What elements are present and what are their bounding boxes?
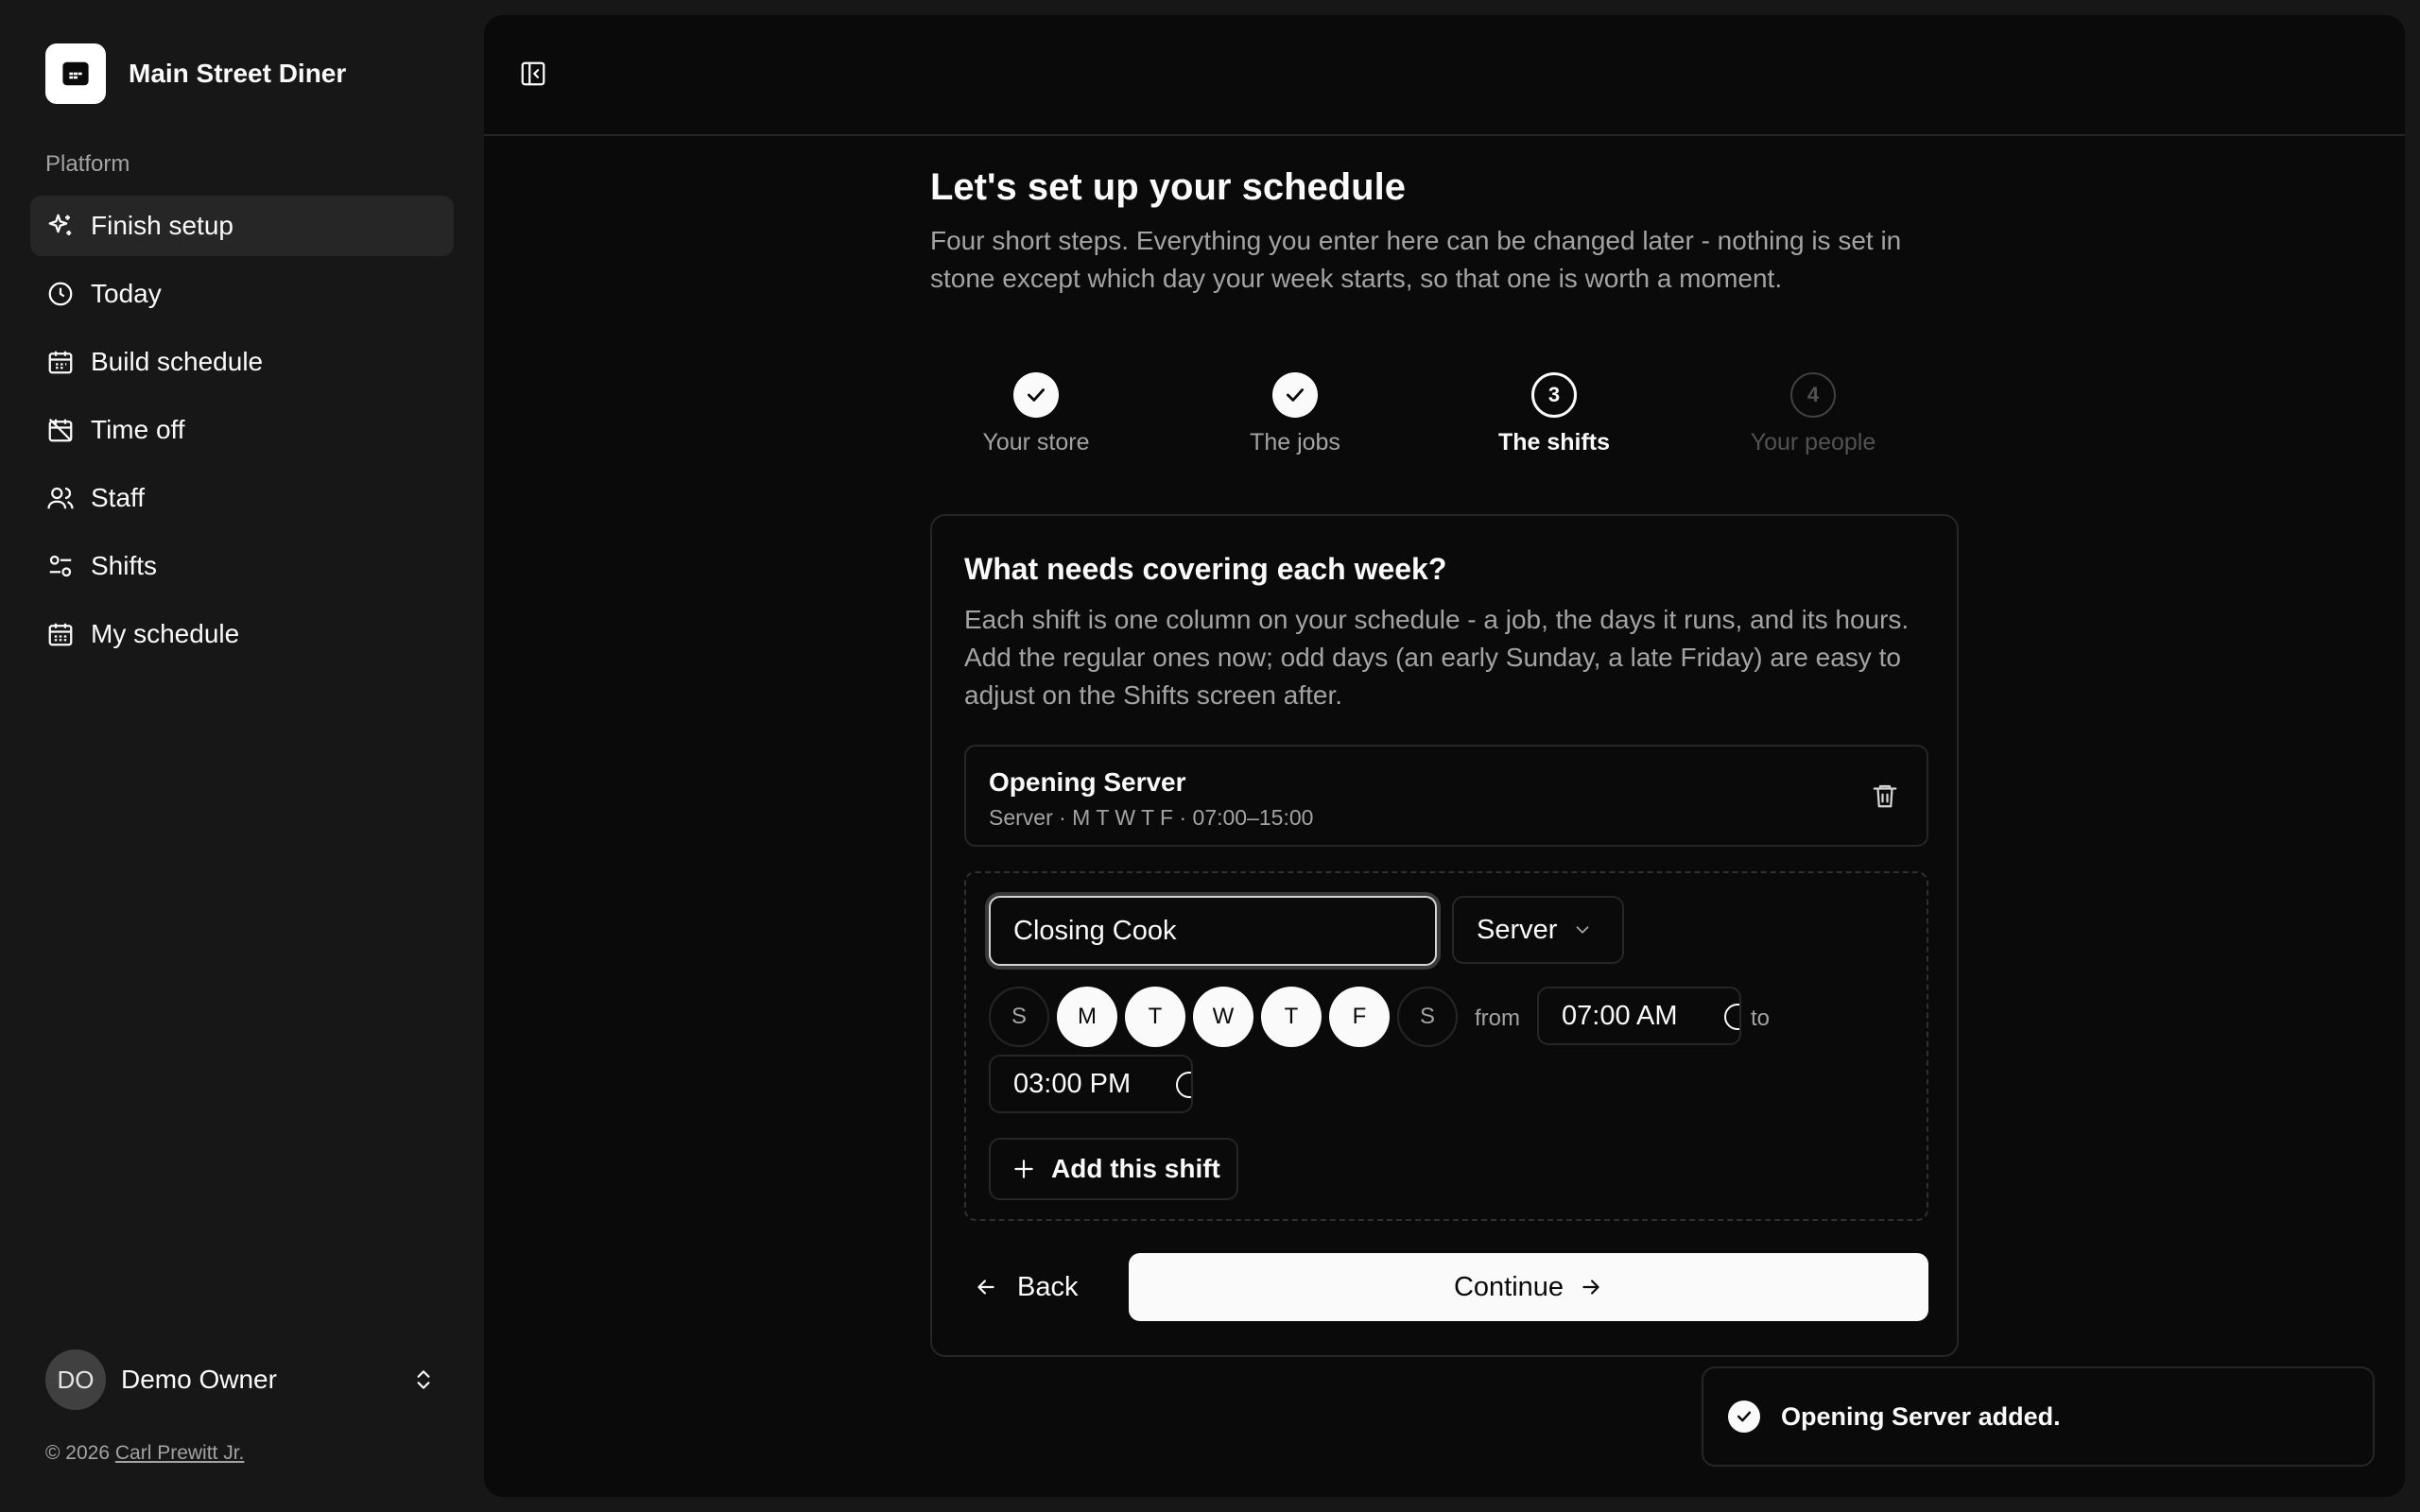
sidebar-item-label: Finish setup	[91, 211, 233, 240]
sidebar-item-label: Staff	[91, 483, 146, 512]
from-label: from	[1475, 1005, 1520, 1031]
avatar: DO	[45, 1349, 106, 1410]
copyright: © 2026 Carl Prewitt Jr.	[45, 1442, 244, 1465]
sparkles-icon	[45, 211, 76, 241]
day-toggle-thursday[interactable]: T	[1261, 987, 1322, 1047]
store-grid-icon	[45, 43, 106, 104]
new-shift-form: Server S M T W T F S from 07:00 AM	[964, 871, 1928, 1221]
step-label: The shifts	[1497, 429, 1611, 455]
plus-icon	[1011, 1157, 1036, 1181]
start-time-value: 07:00 AM	[1562, 1000, 1678, 1031]
brand-name: Main Street Diner	[129, 59, 347, 88]
arrow-right-icon	[1579, 1275, 1603, 1299]
calendar-days-icon	[45, 619, 76, 649]
step-label: The jobs	[1250, 429, 1340, 455]
user-menu[interactable]: DO Demo Owner	[30, 1342, 454, 1418]
shifts-card: What needs covering each week? Each shif…	[930, 514, 1959, 1357]
sidebar-toggle-button[interactable]	[514, 57, 552, 94]
continue-label: Continue	[1453, 1271, 1564, 1302]
end-time-value: 03:00 PM	[1013, 1068, 1132, 1099]
day-toggle-friday[interactable]: F	[1329, 987, 1390, 1047]
arrow-left-icon	[974, 1275, 998, 1299]
step-the-jobs[interactable]: The jobs	[1191, 372, 1399, 456]
sliders-icon	[45, 551, 76, 581]
setup-content: Let's set up your schedule Four short st…	[930, 166, 1959, 1357]
day-toggle-tuesday[interactable]: T	[1125, 987, 1185, 1047]
start-time-input[interactable]: 07:00 AM	[1537, 987, 1741, 1045]
trash-icon	[1871, 782, 1899, 815]
card-description: Each shift is one column on your schedul…	[964, 605, 1910, 710]
sidebar-item-shifts[interactable]: Shifts	[30, 536, 454, 596]
check-icon	[1013, 372, 1059, 418]
add-shift-label: Add this shift	[1051, 1154, 1220, 1183]
toast-message: Opening Server added.	[1781, 1401, 2061, 1431]
shift-item: Opening Server Server · M T W T F · 07:0…	[964, 745, 1928, 847]
card-title: What needs covering each week?	[964, 552, 1447, 586]
sidebar-item-staff[interactable]: Staff	[30, 468, 454, 528]
day-toggle-monday[interactable]: M	[1057, 987, 1117, 1047]
day-picker: S M T W T F S	[989, 987, 1465, 1047]
shift-name: Opening Server	[989, 767, 1186, 797]
sidebar-item-build-schedule[interactable]: Build schedule	[30, 332, 454, 392]
step-your-store[interactable]: Your store	[932, 372, 1140, 456]
add-shift-button[interactable]: Add this shift	[989, 1138, 1238, 1200]
sidebar: Main Street Diner Platform Finish setup …	[0, 0, 484, 1512]
continue-button[interactable]: Continue	[1129, 1253, 1928, 1321]
topbar	[484, 15, 2405, 136]
users-icon	[45, 483, 76, 513]
setup-stepper: Your store The jobs 3 The shifts 4 Your …	[930, 372, 1955, 467]
day-toggle-saturday[interactable]: S	[1397, 987, 1458, 1047]
clock-icon	[1724, 1004, 1739, 1030]
toast-notification: Opening Server added.	[1702, 1366, 2375, 1467]
sidebar-item-today[interactable]: Today	[30, 264, 454, 324]
step-number: 4	[1790, 372, 1836, 418]
brand[interactable]: Main Street Diner	[45, 43, 346, 104]
check-icon	[1272, 372, 1318, 418]
role-select-value: Server	[1477, 914, 1558, 945]
sidebar-nav: Finish setup Today Build schedule Time o…	[30, 196, 454, 672]
back-button[interactable]: Back	[964, 1253, 1115, 1321]
sidebar-item-my-schedule[interactable]: My schedule	[30, 604, 454, 664]
sidebar-item-finish-setup[interactable]: Finish setup	[30, 196, 454, 256]
panel-left-close-icon	[519, 60, 547, 93]
page-title: Let's set up your schedule	[930, 166, 1406, 208]
to-label: to	[1751, 1005, 1771, 1031]
sidebar-item-time-off[interactable]: Time off	[30, 400, 454, 460]
calendar-off-icon	[45, 415, 76, 445]
day-toggle-wednesday[interactable]: W	[1193, 987, 1253, 1047]
clock-icon	[45, 279, 76, 309]
step-number: 3	[1531, 372, 1577, 418]
chevron-down-icon	[1572, 919, 1593, 940]
page-intro: Four short steps. Everything you enter h…	[930, 226, 1902, 293]
step-the-shifts[interactable]: 3 The shifts	[1450, 372, 1658, 456]
day-toggle-sunday[interactable]: S	[989, 987, 1049, 1047]
sidebar-item-label: Build schedule	[91, 347, 264, 376]
shift-meta: Server · M T W T F · 07:00–15:00	[989, 805, 1314, 830]
check-circle-icon	[1728, 1400, 1760, 1433]
back-label: Back	[1017, 1271, 1079, 1302]
step-label: Your people	[1750, 429, 1876, 455]
chevrons-up-down-icon	[408, 1365, 439, 1395]
sidebar-item-label: Shifts	[91, 551, 158, 580]
copyright-prefix: © 2026	[45, 1442, 115, 1464]
sidebar-item-label: My schedule	[91, 619, 240, 648]
user-name: Demo Owner	[121, 1365, 277, 1394]
main-panel: Let's set up your schedule Four short st…	[484, 15, 2405, 1497]
step-label: Your store	[982, 429, 1090, 455]
author-link[interactable]: Carl Prewitt Jr.	[115, 1442, 245, 1464]
nav-group-label: Platform	[45, 151, 130, 177]
sidebar-item-label: Today	[91, 279, 162, 308]
shift-name-input[interactable]	[989, 896, 1437, 966]
sidebar-item-label: Time off	[91, 415, 185, 444]
role-select[interactable]: Server	[1452, 896, 1624, 964]
step-your-people: 4 Your people	[1709, 372, 1917, 456]
end-time-input[interactable]: 03:00 PM	[989, 1055, 1193, 1113]
calendar-grid-icon	[45, 347, 76, 377]
delete-shift-button[interactable]	[1866, 779, 1904, 816]
clock-icon	[1176, 1072, 1191, 1098]
